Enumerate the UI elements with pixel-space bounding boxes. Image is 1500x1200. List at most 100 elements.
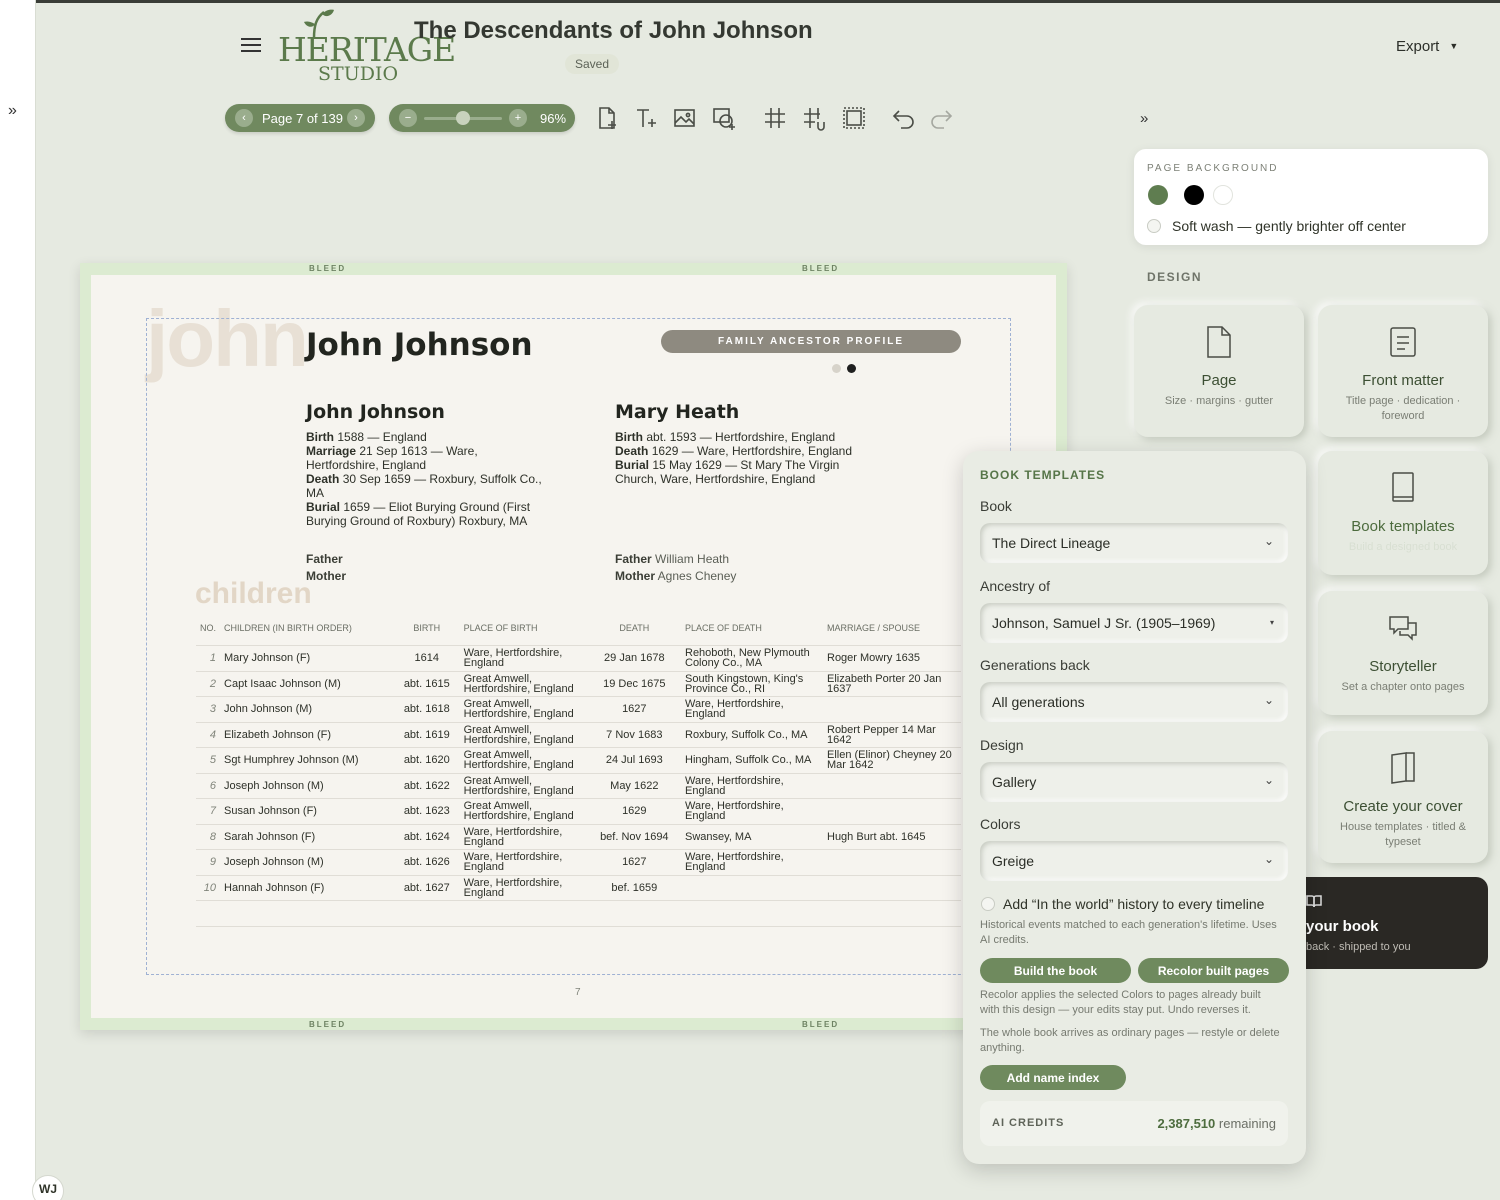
table-row[interactable]: 6 Joseph Johnson (M) abt. 1622 Great Amwell…	[196, 773, 961, 799]
snap-grid-icon[interactable]	[801, 105, 827, 131]
create-cover-tile[interactable]: Create your cover House templates · titl…	[1318, 731, 1488, 863]
avatar[interactable]: WJ	[32, 1175, 64, 1200]
table-row[interactable]: 2 Capt Isaac Johnson (M) abt. 1615 Great Am…	[196, 671, 961, 697]
menu-icon[interactable]	[241, 38, 261, 54]
table-cell: Elizabeth Porter 20 Jan 1637	[823, 671, 961, 697]
page-settings-tile[interactable]: Page Size · margins · gutter	[1134, 305, 1304, 437]
swatch-black[interactable]	[1184, 185, 1204, 205]
export-button[interactable]: Export ▼	[1396, 38, 1458, 55]
top-border	[0, 0, 1500, 3]
zoom-control: − + 96%	[389, 104, 575, 132]
table-row[interactable]: 4 Elizabeth Johnson (F) abt. 1619 Great Amw…	[196, 722, 961, 748]
recolor-note: Recolor applies the selected Colors to p…	[980, 989, 1261, 1016]
undo-icon[interactable]	[891, 105, 917, 131]
add-text-icon[interactable]	[633, 105, 659, 131]
chevron-down-icon: ⌄	[1263, 773, 1274, 787]
swatch-green[interactable]	[1148, 185, 1168, 205]
children-table[interactable]: NO. CHILDREN (IN BIRTH ORDER) BIRTH PLACE O…	[196, 620, 961, 901]
table-cell: Ware, Hertfordshire, England	[681, 773, 823, 799]
add-shape-icon[interactable]	[711, 105, 737, 131]
build-book-button[interactable]: Build the book	[980, 958, 1131, 983]
table-cell: abt. 1619	[393, 722, 460, 748]
table-row[interactable]: 7 Susan Johnson (F) abt. 1623 Great Amwell,…	[196, 798, 961, 825]
expand-sidebar-icon[interactable]: »	[8, 102, 17, 120]
table-cell: Ware, Hertfordshire, England	[459, 645, 588, 672]
table-cell: Ware, Hertfordshire, England	[681, 798, 823, 825]
children-title[interactable]: children	[195, 577, 312, 611]
export-label: Export	[1396, 38, 1440, 55]
table-cell: Joseph Johnson (M)	[220, 849, 394, 876]
person-facts[interactable]: Birth 1588 — England Marriage 21 Sep 161…	[306, 430, 551, 528]
collapse-panel-icon[interactable]: »	[1140, 110, 1148, 127]
table-cell: Roger Mowry 1635	[823, 645, 961, 672]
table-cell: Ware, Hertfordshire, England	[459, 849, 588, 876]
carousel-dot[interactable]	[832, 364, 841, 373]
chevron-down-icon: ⌄	[1263, 693, 1274, 707]
page-navigator: ‹ Page 7 of 139 ›	[225, 104, 375, 132]
table-cell: abt. 1623	[393, 798, 460, 825]
table-cell: Ware, Hertfordshire, England	[459, 875, 588, 901]
person-parents[interactable]: Father William Heath Mother Agnes Cheney	[615, 551, 736, 585]
bleed-label: BLEED	[309, 264, 347, 273]
person-parents[interactable]: Father Mother	[306, 551, 346, 585]
chevron-down-icon: ⌄	[1263, 852, 1274, 866]
table-cell: abt. 1622	[393, 773, 460, 799]
page-number: 7	[575, 987, 581, 998]
design-heading: DESIGN	[1147, 270, 1203, 284]
person-facts[interactable]: Birth abt. 1593 — Hertfordshire, England…	[615, 430, 875, 486]
ancestry-label: Ancestry of	[980, 578, 1051, 594]
book-templates-tile[interactable]: Book templates Build a designed book	[1318, 451, 1488, 575]
table-row[interactable]: 10 Hannah Johnson (F) abt. 1627 Ware, Hertf…	[196, 875, 961, 901]
table-row[interactable]: 3 John Johnson (M) abt. 1618 Great Amwell, …	[196, 696, 961, 723]
table-cell: Joseph Johnson (M)	[220, 773, 394, 799]
prev-page-button[interactable]: ‹	[235, 109, 253, 127]
add-page-icon[interactable]	[594, 105, 620, 131]
history-checkbox[interactable]	[981, 897, 995, 911]
swatch-white[interactable]	[1213, 185, 1233, 205]
table-cell	[823, 875, 961, 901]
next-page-button[interactable]: ›	[347, 109, 365, 127]
book-label: Book	[980, 498, 1012, 514]
zoom-in-button[interactable]: +	[509, 109, 527, 127]
profile-name[interactable]: John Johnson	[306, 327, 533, 363]
add-image-icon[interactable]	[672, 105, 698, 131]
table-row[interactable]: 9 Joseph Johnson (M) abt. 1626 Ware, Hertfo…	[196, 849, 961, 876]
storyteller-tile[interactable]: Storyteller Set a chapter onto pages	[1318, 591, 1488, 715]
table-cell: Ware, Hertfordshire, England	[681, 696, 823, 723]
table-body: 1 Mary Johnson (F) 1614 Ware, Hertfordshire…	[196, 645, 961, 901]
carousel-dot-active[interactable]	[847, 364, 856, 373]
saved-badge: Saved	[565, 54, 620, 74]
design-select[interactable]: Gallery ⌄	[980, 762, 1288, 802]
column-header: PLACE OF BIRTH	[463, 623, 538, 633]
front-matter-tile[interactable]: Front matter Title page · dedication · f…	[1318, 305, 1488, 437]
table-cell	[823, 696, 961, 723]
colors-select[interactable]: Greige ⌄	[980, 841, 1288, 881]
add-name-index-button[interactable]: Add name index	[980, 1065, 1126, 1090]
table-row[interactable]: 5 Sgt Humphrey Johnson (M) abt. 1620 Great …	[196, 747, 961, 774]
zoom-out-button[interactable]: −	[399, 109, 417, 127]
page-background-card: PAGE BACKGROUND Soft wash — gently brigh…	[1134, 149, 1488, 245]
table-cell: 1614	[393, 645, 460, 672]
table-cell: Sarah Johnson (F)	[220, 824, 394, 850]
history-label: Add “In the world” history to every time…	[1003, 896, 1265, 912]
credits-value: 2,387,510 remaining	[1157, 1116, 1276, 1131]
generations-select[interactable]: All generations ⌄	[980, 682, 1288, 722]
print-book-card[interactable]: your book back · shipped to you	[1290, 877, 1488, 969]
document-title[interactable]: The Descendants of John Johnson	[414, 17, 813, 45]
person-name[interactable]: Mary Heath	[615, 401, 739, 423]
profile-tag[interactable]: FAMILY ANCESTOR PROFILE	[661, 330, 961, 353]
table-row[interactable]: 8 Sarah Johnson (F) abt. 1624 Ware, Hertfor…	[196, 824, 961, 850]
book-select[interactable]: The Direct Lineage ⌄	[980, 523, 1288, 563]
page-icon	[1207, 326, 1231, 358]
table-row[interactable]: 1 Mary Johnson (F) 1614 Ware, Hertfordshire…	[196, 645, 961, 672]
zoom-slider-thumb[interactable]	[456, 111, 470, 125]
grid-icon[interactable]	[762, 105, 788, 131]
bleed-guides-icon[interactable]	[841, 105, 867, 131]
recolor-pages-button[interactable]: Recolor built pages	[1138, 958, 1289, 983]
person-name[interactable]: John Johnson	[306, 401, 445, 423]
table-cell: bef. 1659	[587, 875, 681, 901]
cover-icon	[1391, 752, 1415, 784]
soft-wash-radio[interactable]	[1147, 219, 1161, 233]
ancestry-select[interactable]: Johnson, Samuel J Sr. (1905–1969) ▾	[980, 603, 1288, 643]
redo-icon[interactable]	[928, 105, 954, 131]
